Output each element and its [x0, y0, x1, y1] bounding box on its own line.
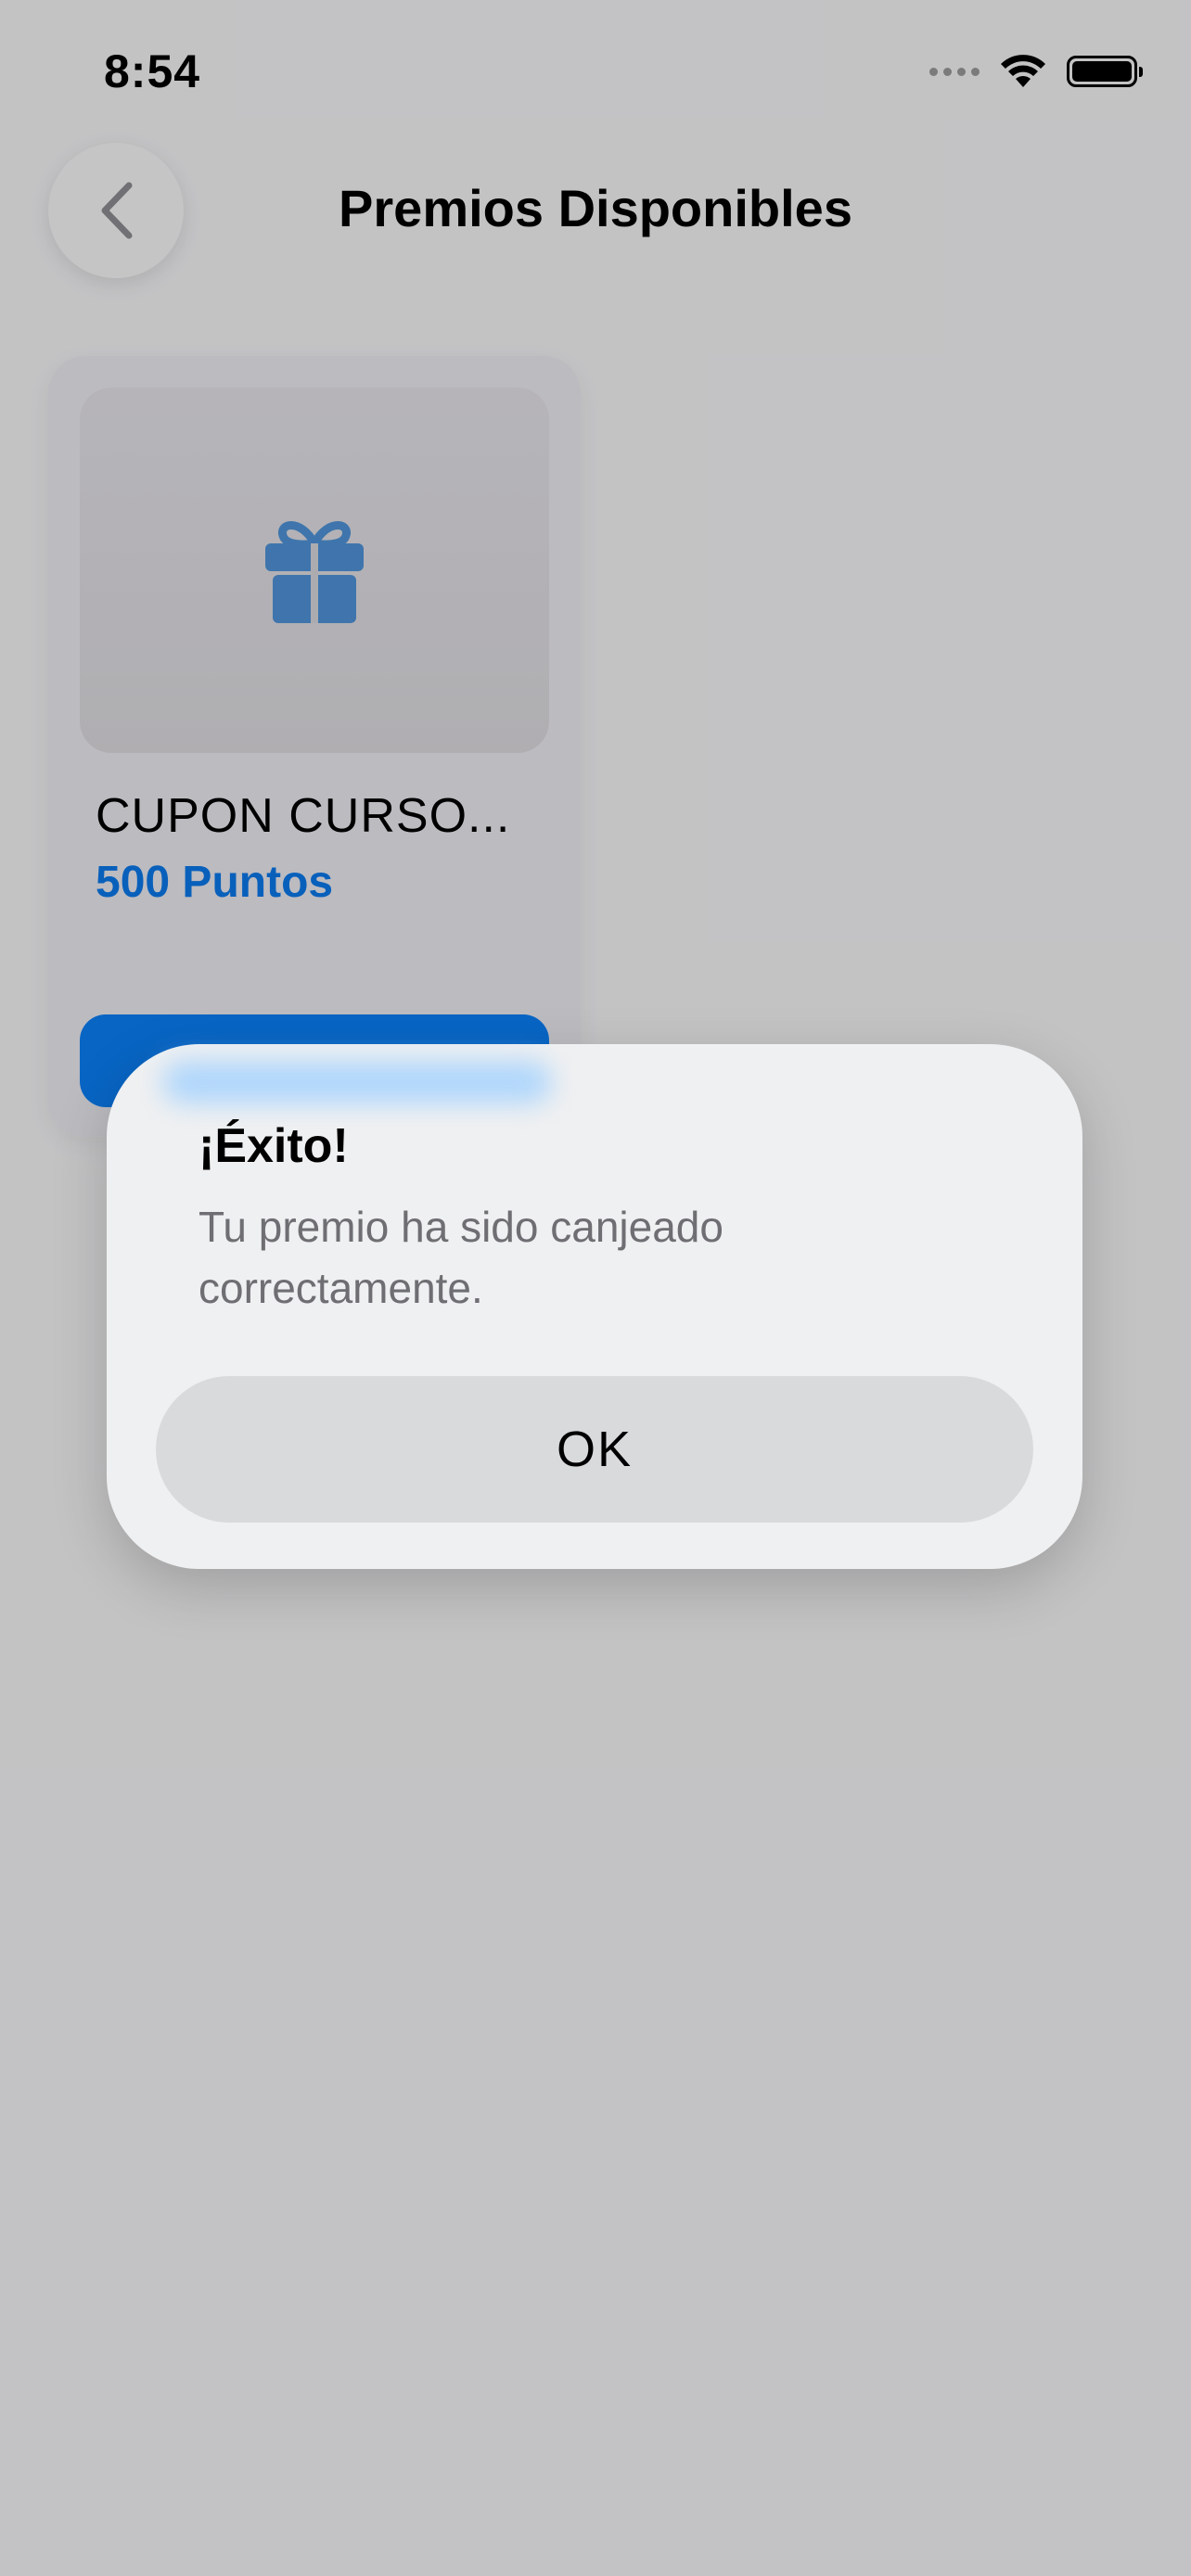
ok-button[interactable]: OK — [156, 1376, 1033, 1523]
alert-message: Tu premio ha sido canjeado correctamente… — [198, 1203, 724, 1312]
alert-glow — [162, 1061, 552, 1103]
alert-title: ¡Éxito! — [198, 1119, 349, 1173]
success-alert: ¡Éxito! Tu premio ha sido canjeado corre… — [107, 1044, 1082, 1569]
